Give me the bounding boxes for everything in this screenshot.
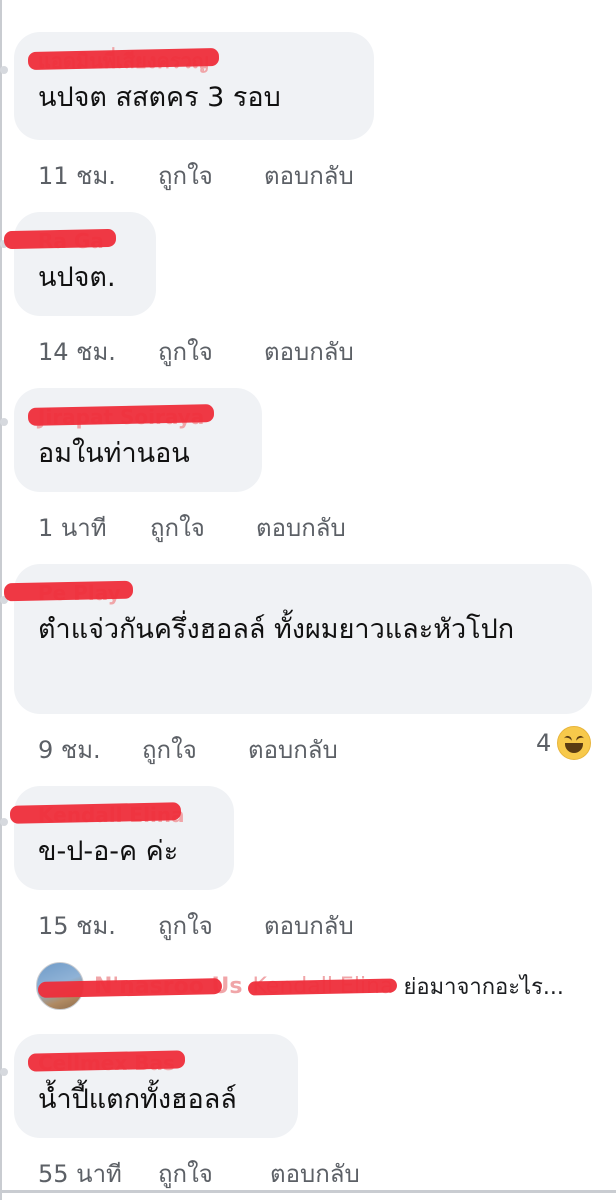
comment-actions: 1 นาที ถูกใจ ตอบกลับ	[38, 508, 346, 547]
comment-time[interactable]: 55 นาที	[38, 1154, 158, 1193]
comment-bubble: Kendall Elina ข-ป-อ-ค ค่ะ	[9, 786, 234, 890]
redaction-mark	[27, 1050, 186, 1072]
comment-bubble: แอดมินพี่เสียงครวญ นปจต สสตคร 3 รอบ	[14, 32, 374, 140]
comment-actions: 15 ชม. ถูกใจ ตอบกลับ	[38, 906, 354, 945]
reply-button[interactable]: ตอบกลับ	[256, 508, 346, 547]
reply-button[interactable]: ตอบกลับ	[270, 1154, 360, 1193]
bottom-divider	[0, 1190, 616, 1193]
reply-button[interactable]: ตอบกลับ	[264, 156, 354, 195]
like-button[interactable]: ถูกใจ	[158, 332, 264, 371]
comment-text: ข-ป-อ-ค ค่ะ	[38, 836, 179, 867]
comment-text: นปจต สสตคร 3 รอบ	[38, 82, 281, 113]
haha-emoji-icon	[557, 726, 592, 760]
reply-button[interactable]: ตอบกลับ	[264, 332, 354, 371]
comment-actions: 14 ชม. ถูกใจ ตอบกลับ	[38, 332, 354, 371]
comment-text: อมในท่านอน	[38, 438, 190, 469]
comment-author[interactable]: Ra Ga	[3, 228, 116, 254]
reply-text: ย่อมาจากอะไร...	[403, 974, 564, 1000]
comment-bubble: Ra Ga นปจต.	[3, 212, 156, 316]
reaction-count: 4	[536, 729, 552, 757]
like-button[interactable]: ถูกใจ	[158, 156, 264, 195]
reply-button[interactable]: ตอบกลับ	[264, 906, 354, 945]
like-button[interactable]: ถูกใจ	[158, 1154, 270, 1193]
comment-author[interactable]: Pe Play	[3, 580, 133, 606]
comment-author[interactable]: Kendall Elina	[9, 802, 185, 828]
comment-author[interactable]: Jirapat Soiraya	[27, 404, 215, 430]
avatar[interactable]	[0, 1068, 8, 1076]
comment-time[interactable]: 15 ชม.	[38, 906, 158, 945]
comment-text: น้ำปี้แตกทั้งฮอลล์	[38, 1084, 237, 1115]
like-button[interactable]: ถูกใจ	[158, 906, 264, 945]
comment-actions: 11 ชม. ถูกใจ ตอบกลับ	[38, 156, 354, 195]
redaction-mark	[3, 228, 116, 250]
comment-actions: 55 นาที ถูกใจ ตอบกลับ	[38, 1154, 360, 1193]
comment-time[interactable]: 1 นาที	[38, 508, 150, 547]
redaction-mark	[3, 580, 133, 602]
reply-author[interactable]: N'nasroo Us	[37, 974, 242, 999]
comment-bubble: Cellmex Bas น้ำปี้แตกทั้งฮอลล์	[14, 1034, 298, 1138]
comment-actions: 9 ชม. ถูกใจ ตอบกลับ	[38, 730, 338, 769]
like-button[interactable]: ถูกใจ	[150, 508, 256, 547]
comment-time[interactable]: 11 ชม.	[38, 156, 158, 195]
redaction-mark	[248, 977, 398, 996]
comment-bubble: Jirapat Soiraya อมในท่านอน	[14, 388, 262, 492]
reply-mention[interactable]: Kendall Elina	[248, 974, 398, 999]
reaction-summary[interactable]: 4	[536, 726, 592, 760]
reply-preview[interactable]: N'nasroo Us Kendall Elina ย่อมาจากอะไร..…	[36, 962, 564, 1010]
comment-bubble: Pe Play ตำแจ่วกันครึ่งฮอลล์ ทั้งผมยาวและ…	[3, 564, 592, 714]
redaction-mark	[9, 802, 181, 824]
redaction-mark	[37, 977, 223, 998]
like-button[interactable]: ถูกใจ	[142, 730, 248, 769]
avatar[interactable]	[0, 66, 8, 74]
comment-time[interactable]: 9 ชม.	[38, 730, 142, 769]
reply-button[interactable]: ตอบกลับ	[248, 730, 338, 769]
comment-text: ตำแจ่วกันครึ่งฮอลล์ ทั้งผมยาวและหัวโปก	[38, 614, 515, 645]
avatar[interactable]	[0, 418, 8, 426]
comment-time[interactable]: 14 ชม.	[38, 332, 158, 371]
avatar[interactable]	[0, 818, 8, 826]
comment-author[interactable]: แอดมินพี่เสียงครวญ	[27, 48, 220, 74]
comment-text: นปจต.	[38, 262, 116, 293]
comment-author[interactable]: Cellmex Bas	[27, 1050, 186, 1076]
